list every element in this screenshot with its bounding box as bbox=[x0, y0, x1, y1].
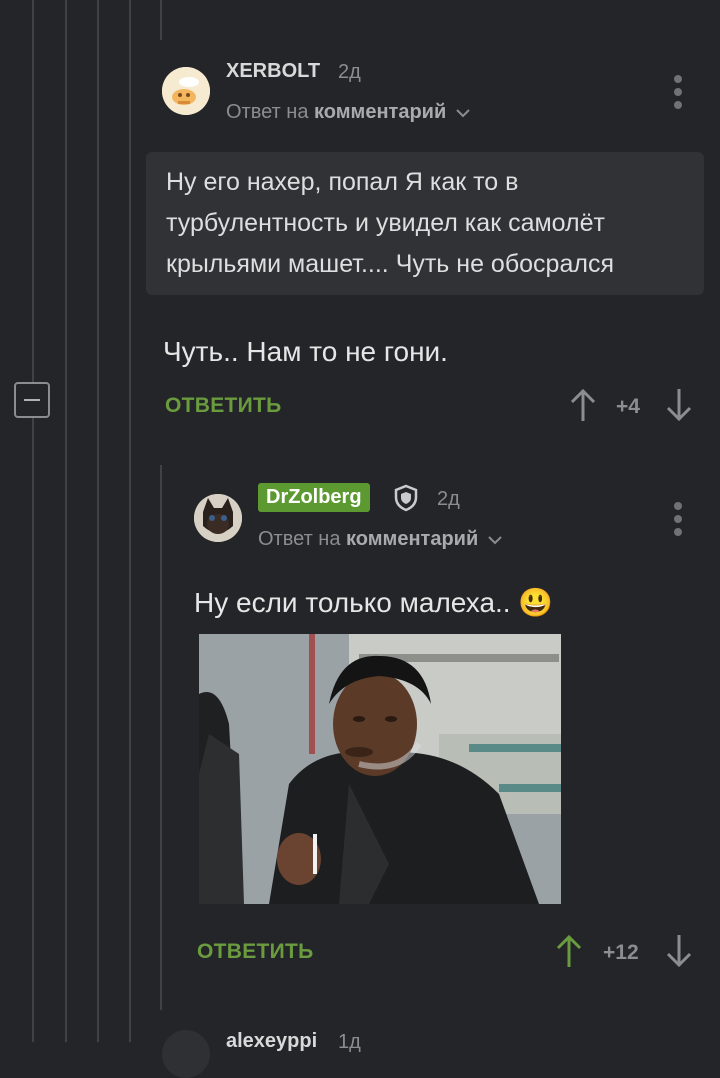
reply-to-prefix: Ответ на bbox=[226, 101, 309, 123]
thread-line bbox=[129, 0, 131, 1042]
avatar[interactable] bbox=[162, 1030, 210, 1078]
comment-time: 2д bbox=[338, 61, 361, 83]
comment-time: 1д bbox=[338, 1031, 361, 1053]
comment-text: Чуть.. Нам то не гони. bbox=[163, 336, 448, 367]
reply-to-link[interactable]: Ответ на комментарий bbox=[258, 528, 503, 551]
reply-to-target: комментарий bbox=[346, 528, 479, 550]
comment-score: +12 bbox=[603, 941, 639, 964]
chevron-down-icon bbox=[488, 536, 502, 545]
thread-line bbox=[160, 465, 162, 1010]
quoted-comment: Ну его нахер, попал Я как то в турбулент… bbox=[146, 152, 704, 295]
upvote-arrow-icon[interactable] bbox=[554, 933, 584, 969]
thread-line bbox=[97, 0, 99, 1042]
reply-to-target: комментарий bbox=[314, 101, 447, 123]
username-badge[interactable]: DrZolberg bbox=[258, 483, 370, 512]
reply-button[interactable]: ОТВЕТИТЬ bbox=[197, 940, 314, 964]
comment-text-body: Ну если только малеха.. bbox=[194, 587, 511, 618]
avatar[interactable] bbox=[162, 67, 210, 115]
reply-to-link[interactable]: Ответ на комментарий bbox=[226, 101, 471, 124]
comment-score: +4 bbox=[616, 395, 640, 418]
collapse-thread-button[interactable] bbox=[14, 382, 50, 418]
comment-image[interactable] bbox=[199, 634, 561, 904]
reply-to-prefix: Ответ на bbox=[258, 528, 341, 550]
upvote-arrow-icon[interactable] bbox=[568, 387, 598, 423]
chevron-down-icon bbox=[456, 109, 470, 118]
thread-line bbox=[32, 0, 34, 1042]
thread-line bbox=[65, 0, 67, 1042]
user-avatar-icon bbox=[162, 67, 210, 115]
smiley-emoji: 😃 bbox=[518, 587, 554, 618]
thread-line bbox=[160, 0, 162, 40]
comment-text: Ну если только малеха.. 😃 bbox=[194, 586, 553, 619]
avatar[interactable] bbox=[194, 494, 242, 542]
more-options-button[interactable] bbox=[673, 502, 683, 541]
comment-time: 2д bbox=[437, 488, 460, 510]
username[interactable]: XERBOLT bbox=[226, 60, 320, 83]
more-options-button[interactable] bbox=[673, 75, 683, 114]
shield-icon bbox=[394, 484, 418, 512]
photo-man-smoking-icon bbox=[199, 634, 561, 904]
downvote-arrow-icon[interactable] bbox=[664, 933, 694, 969]
downvote-arrow-icon[interactable] bbox=[664, 387, 694, 423]
reply-button[interactable]: ОТВЕТИТЬ bbox=[165, 394, 282, 418]
cat-avatar-icon bbox=[194, 494, 242, 542]
